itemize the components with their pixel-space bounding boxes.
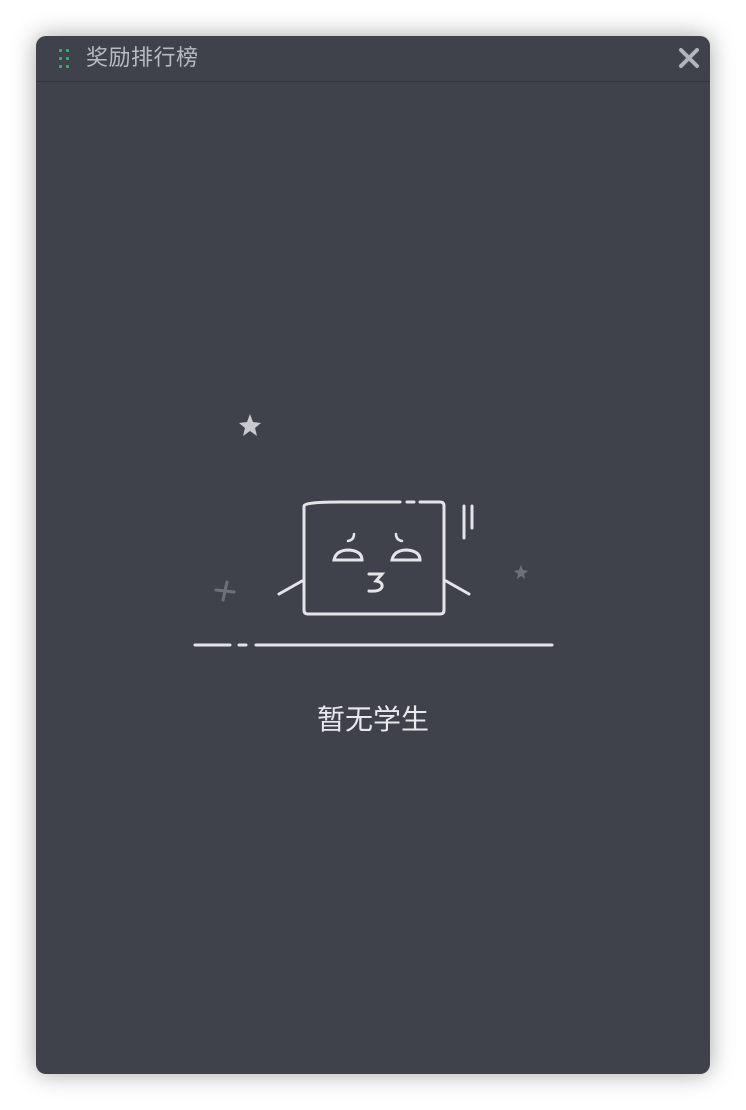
leaderboard-panel: 奖励排行榜 暂无学生	[36, 36, 710, 1074]
box-character-icon	[277, 500, 474, 616]
cross-sparkle-icon	[214, 580, 236, 602]
empty-state-illustration	[193, 414, 554, 647]
panel-title: 奖励排行榜	[86, 46, 199, 71]
close-icon[interactable]	[676, 45, 702, 71]
drag-handle-icon[interactable]	[58, 48, 70, 70]
small-star-icon	[514, 565, 528, 579]
sparkle-star-icon	[239, 414, 261, 436]
empty-state-message: 暂无学生	[316, 703, 429, 736]
panel-content: 暂无学生	[36, 82, 710, 1074]
panel-titlebar[interactable]: 奖励排行榜	[36, 36, 710, 82]
